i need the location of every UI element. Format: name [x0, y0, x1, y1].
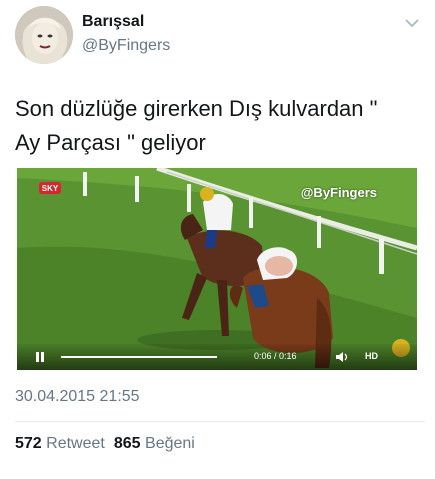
- svg-text:SKY: SKY: [42, 184, 59, 193]
- user-handle[interactable]: @ByFingers: [82, 37, 170, 55]
- video-progress-bar[interactable]: [61, 356, 217, 358]
- retweet-count[interactable]: 572 Retweet: [15, 435, 105, 452]
- chevron-down-icon[interactable]: [403, 16, 421, 30]
- volume-icon[interactable]: [335, 351, 349, 363]
- retweet-count-value: 572: [15, 435, 42, 452]
- display-name[interactable]: Barışsal: [82, 13, 144, 31]
- video-player[interactable]: SKY @ByFingers 0:06 / 0:16 HD: [17, 168, 417, 370]
- avatar-image: [15, 6, 73, 64]
- like-count-value: 865: [113, 435, 141, 452]
- avatar[interactable]: [15, 6, 73, 64]
- video-watermark: @ByFingers: [300, 185, 377, 200]
- retweet-label: Retweet: [46, 435, 105, 452]
- tweet-text: Son düzlüğe girerken Dış kulvardan " Ay …: [15, 92, 425, 160]
- like-count[interactable]: 865 Beğeni: [114, 435, 195, 452]
- hd-toggle[interactable]: HD: [365, 351, 378, 361]
- divider: [15, 421, 425, 422]
- tweet-text-line-1: Son düzlüğe girerken Dış kulvardan ": [15, 96, 378, 121]
- tweet-text-line-2: Ay Parçası " geliyor: [15, 130, 206, 155]
- tweet-stats: 572 Retweet 865 Beğeni: [15, 435, 195, 453]
- video-time: 0:06 / 0:16: [254, 351, 297, 361]
- tweet-timestamp[interactable]: 30.04.2015 21:55: [15, 388, 140, 406]
- pause-icon[interactable]: [35, 352, 45, 362]
- sky-logo-icon: SKY: [39, 182, 61, 194]
- video-controls: 0:06 / 0:16 HD: [17, 344, 417, 370]
- like-label: Beğeni: [145, 435, 195, 452]
